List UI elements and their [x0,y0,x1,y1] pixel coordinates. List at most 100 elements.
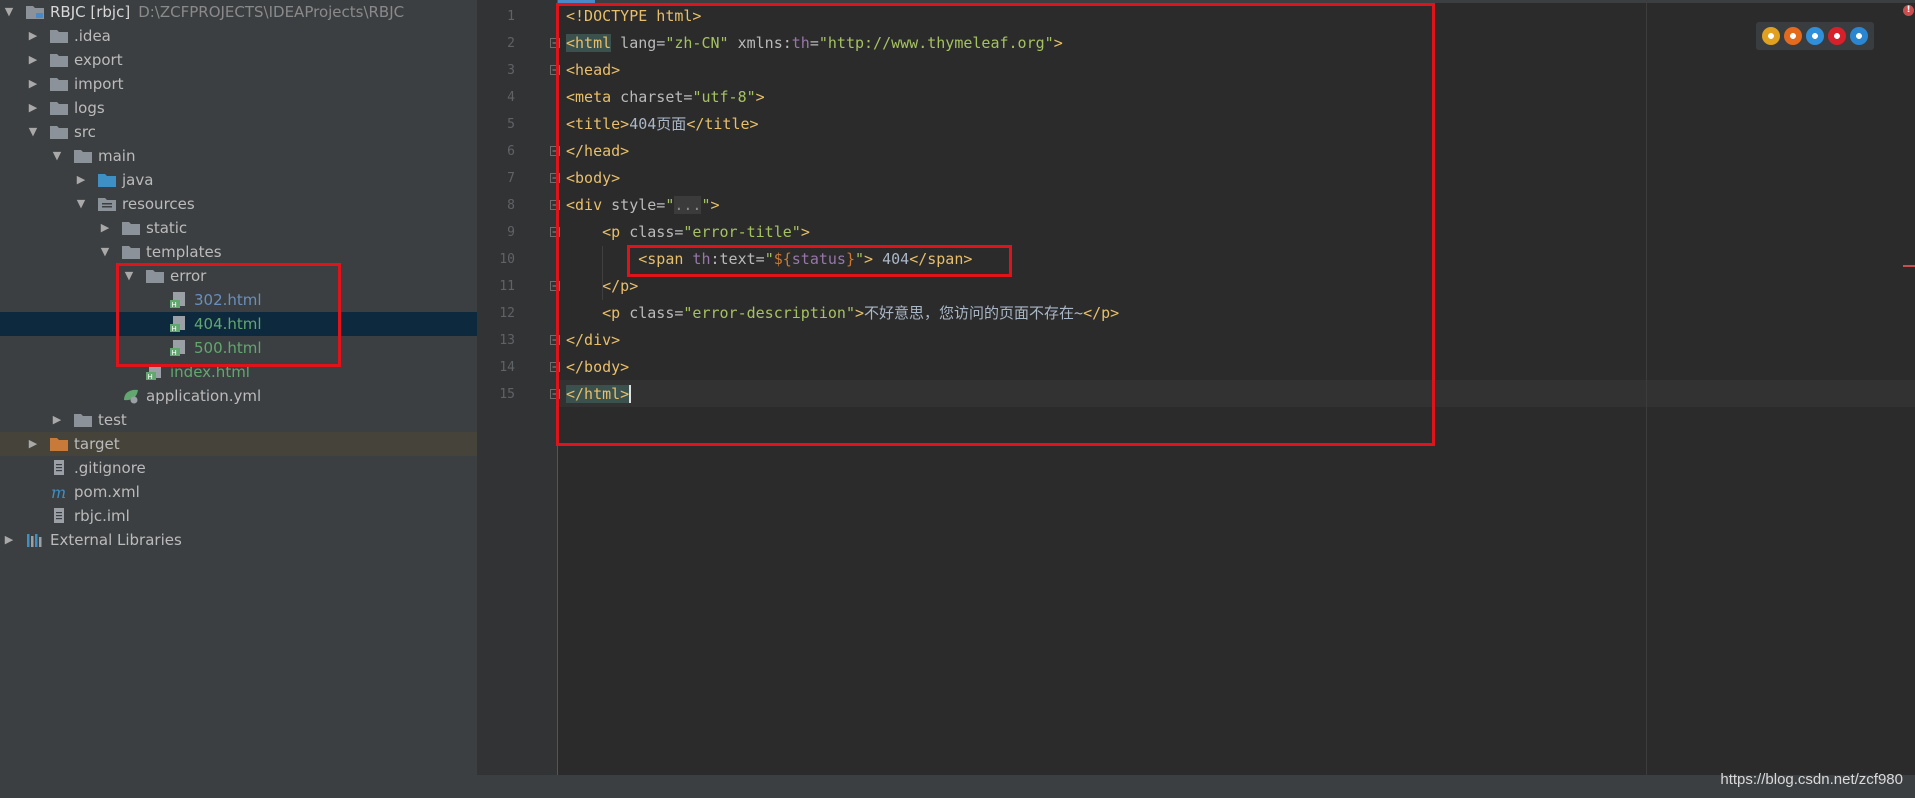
line-number: 13 [499,333,515,348]
folder-icon [50,77,68,91]
tree-item-application-yml[interactable]: application.yml [0,384,477,408]
opera-icon[interactable] [1828,27,1846,45]
project-tree-panel: ▼ RBJC [rbjc] D:\ZCFPROJECTS\IDEAProjects… [0,0,477,798]
tree-item-java[interactable]: ▶ java [0,168,477,192]
expand-arrow-icon[interactable]: ▶ [26,48,40,72]
line-number: 14 [499,360,515,375]
tree-item-label: External Libraries [50,531,182,549]
collapse-arrow-icon[interactable]: ▼ [74,192,88,216]
line-number: 10 [499,252,515,267]
ie-icon[interactable] [1850,27,1868,45]
project-folder-icon [26,5,44,19]
tree-item-label: test [98,411,127,429]
tree-item-gitignore[interactable]: .gitignore [0,456,477,480]
tree-item-main[interactable]: ▼ main [0,144,477,168]
svg-text:H: H [148,373,153,380]
tree-item-label: target [74,435,120,453]
collapse-arrow-icon[interactable]: ▼ [26,120,40,144]
tree-item-label: resources [122,195,195,213]
tree-item-label: rbjc.iml [74,507,130,525]
file-icon [50,460,68,475]
tree-item-pom-xml[interactable]: m pom.xml [0,480,477,504]
folder-icon [122,221,140,235]
line-number: 5 [507,117,515,132]
expand-arrow-icon[interactable]: ▶ [26,72,40,96]
folder-icon [122,245,140,259]
collapse-arrow-icon[interactable]: ▼ [98,240,112,264]
tree-item-import[interactable]: ▶ import [0,72,477,96]
svg-text:m: m [51,484,66,500]
tree-item-label: logs [74,99,105,117]
folder-icon [50,101,68,115]
tree-item-label: main [98,147,136,165]
tree-item-label: application.yml [146,387,262,405]
expand-arrow-icon[interactable]: ▶ [98,216,112,240]
tree-item-label: import [74,75,124,93]
resources-folder-icon [98,197,116,211]
editor-gutter: 1 2 3 4 5 6 7 8 9 10 11 12 13 14 15 [477,0,560,798]
folder-icon [50,53,68,67]
tree-item-static[interactable]: ▶ static [0,216,477,240]
expand-arrow-icon[interactable]: ▶ [26,96,40,120]
expand-arrow-icon[interactable]: ▶ [50,408,64,432]
tree-item-label: static [146,219,188,237]
project-root-label: RBJC [rbjc] [50,3,131,21]
expand-arrow-icon[interactable]: ▶ [74,168,88,192]
line-number: 12 [499,306,515,321]
line-number: 7 [507,171,515,186]
error-stripe-mark[interactable] [1903,265,1915,267]
line-number: 4 [507,90,515,105]
tree-item-templates[interactable]: ▼ templates [0,240,477,264]
file-icon [50,508,68,523]
line-number: 6 [507,144,515,159]
expand-arrow-icon[interactable]: ▶ [26,24,40,48]
chrome-icon[interactable] [1762,27,1780,45]
yaml-file-icon [122,388,140,404]
tree-item-idea[interactable]: ▶ .idea [0,24,477,48]
firefox-icon[interactable] [1784,27,1802,45]
watermark-text: https://blog.csdn.net/zcf980 [1720,771,1903,788]
folder-icon [50,29,68,43]
line-number: 3 [507,63,515,78]
line-number: 1 [507,9,515,24]
tree-item-label: pom.xml [74,483,140,501]
source-folder-icon [98,173,116,187]
maven-icon: m [50,484,68,500]
error-folder-highlight-box [116,263,341,367]
expand-arrow-icon[interactable]: ▶ [2,528,16,552]
line-number: 15 [499,387,515,402]
folder-icon [74,413,92,427]
tree-item-label: templates [146,243,222,261]
folder-icon [74,149,92,163]
libraries-icon [26,532,44,547]
excluded-folder-icon [50,437,68,451]
code-highlight-box [556,3,1435,446]
tree-item-label: java [122,171,154,189]
line-number: 11 [499,279,515,294]
tree-item-label: .idea [74,27,111,45]
tree-item-logs[interactable]: ▶ logs [0,96,477,120]
tree-item-label: export [74,51,123,69]
tree-item-test[interactable]: ▶ test [0,408,477,432]
browser-preview-toolbar [1756,22,1874,50]
folder-icon [50,125,68,139]
editor-scrollbar-horizontal[interactable] [477,775,1915,798]
tree-item-target[interactable]: ▶ target [0,432,477,456]
project-root-row[interactable]: ▼ RBJC [rbjc] D:\ZCFPROJECTS\IDEAProjects… [0,0,477,24]
span-highlight-box [627,245,1012,277]
tree-item-label: .gitignore [74,459,146,477]
expand-arrow-icon[interactable]: ▼ [2,0,16,24]
line-number: 8 [507,198,515,213]
line-number: 2 [507,36,515,51]
safari-icon[interactable] [1806,27,1824,45]
tree-item-label: src [74,123,96,141]
tree-item-src[interactable]: ▼ src [0,120,477,144]
tree-item-external-libraries[interactable]: ▶ External Libraries [0,528,477,552]
right-margin-guide [1646,0,1647,775]
error-indicator-icon[interactable]: ! [1903,5,1914,16]
tree-item-rbjc-iml[interactable]: rbjc.iml [0,504,477,528]
tree-item-export[interactable]: ▶ export [0,48,477,72]
expand-arrow-icon[interactable]: ▶ [26,432,40,456]
collapse-arrow-icon[interactable]: ▼ [50,144,64,168]
tree-item-resources[interactable]: ▼ resources [0,192,477,216]
